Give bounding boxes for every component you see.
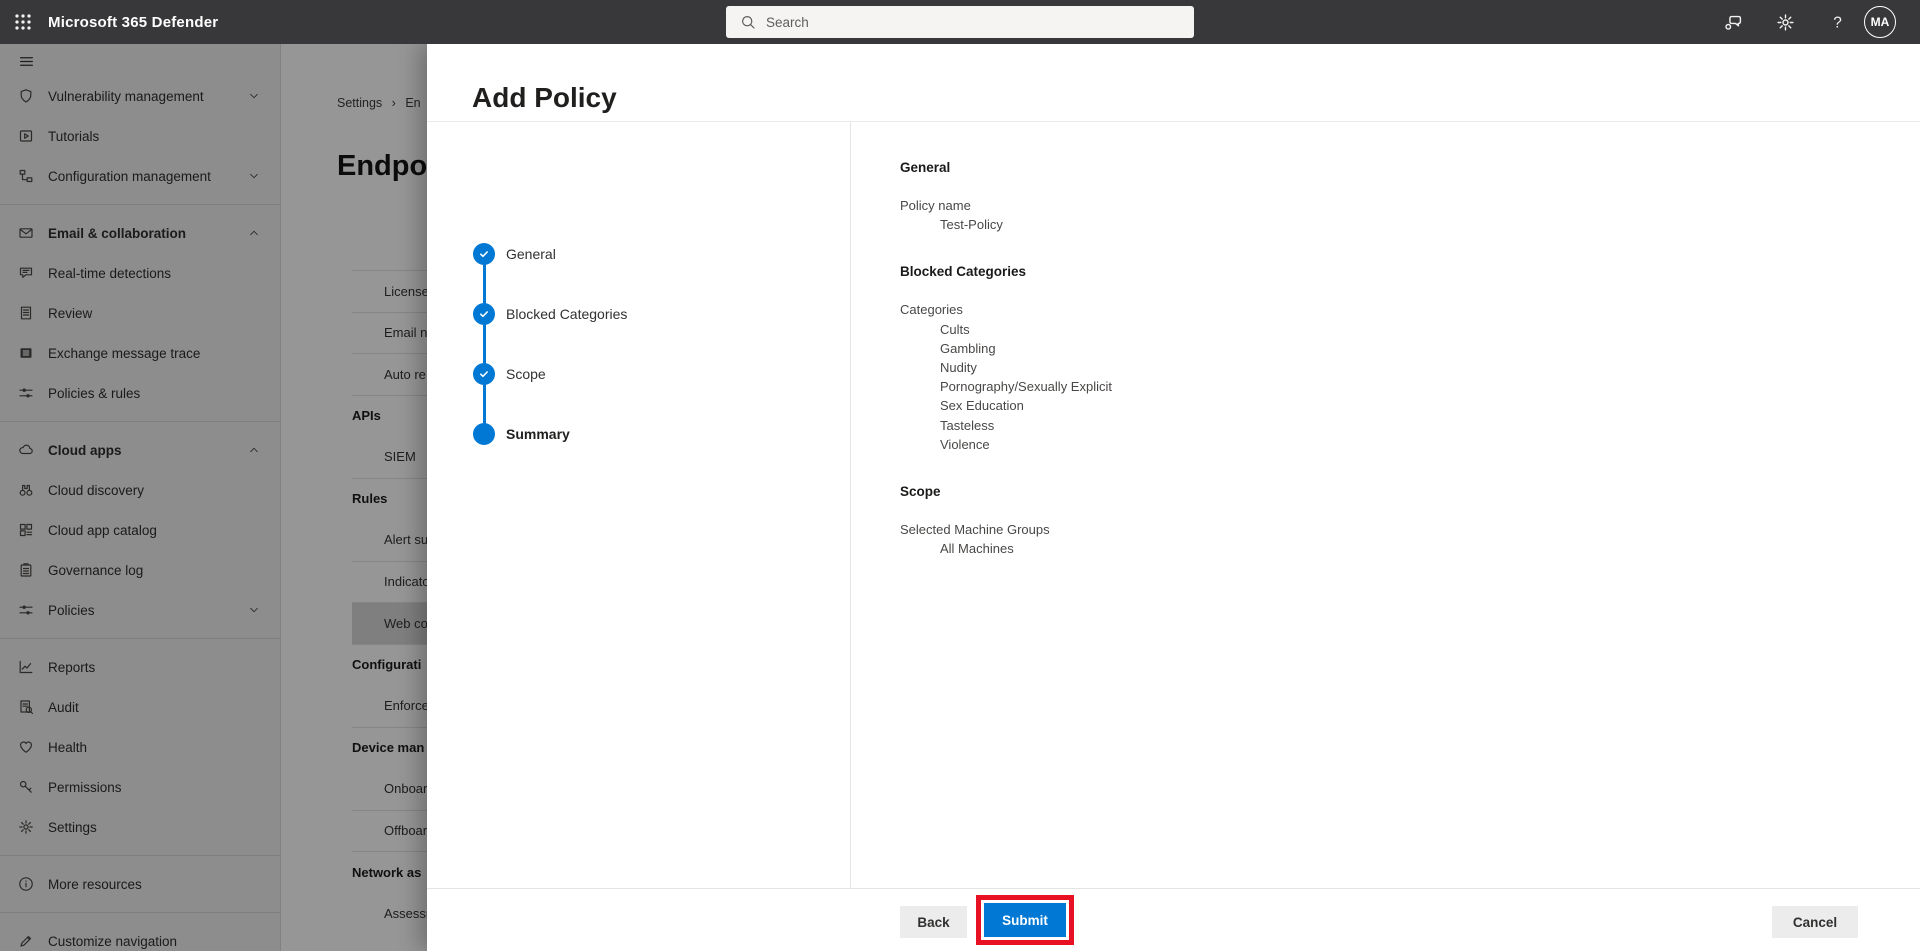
wizard-step-label: Scope [506, 366, 546, 382]
help-icon: ? [1828, 13, 1847, 32]
back-button[interactable]: Back [900, 906, 967, 938]
help-button[interactable]: ? [1818, 0, 1856, 44]
summary-field-value: Sex Education [940, 398, 1024, 414]
modal-dim-overlay [0, 44, 427, 951]
summary-heading-scope: Scope [900, 484, 941, 500]
check-icon [477, 367, 491, 381]
annotation-highlight: Submit [976, 895, 1074, 945]
summary-field-value: Gambling [940, 340, 996, 356]
summary-field-value: Cults [940, 321, 970, 337]
summary-heading-blocked-categories: Blocked Categories [900, 264, 1027, 280]
svg-text:?: ? [1833, 14, 1842, 31]
flyout-footer: Back Submit Cancel [427, 888, 1920, 951]
check-icon [477, 247, 491, 261]
wizard-step-label: General [506, 246, 556, 262]
summary-field-label: Policy name [900, 198, 971, 213]
summary-field-value: All Machines [940, 541, 1014, 557]
gear-icon [1776, 13, 1795, 32]
wizard-step-label: Blocked Categories [506, 306, 628, 322]
step-completed-check-icon [473, 243, 495, 265]
app-launcher-button[interactable] [0, 0, 46, 44]
feedback-icon [1724, 13, 1743, 32]
flyout-header: Add Policy [427, 44, 1920, 122]
account-avatar[interactable]: MA [1864, 6, 1896, 38]
global-search[interactable] [726, 6, 1194, 38]
step-active-dot-icon [473, 423, 495, 445]
wizard-step-connector [483, 254, 486, 434]
summary-content: General Policy name Test-Policy Blocked Cat… [900, 122, 1920, 888]
wizard-step-blocked-categories[interactable]: Blocked Categories [473, 303, 627, 325]
flyout-title: Add Policy [472, 82, 617, 113]
wizard-steps: General Blocked Categories Scope Summary [427, 122, 850, 888]
summary-field-value: Test-Policy [940, 217, 1003, 233]
feedback-button[interactable] [1714, 0, 1752, 44]
summary-field-value: Nudity [940, 360, 977, 376]
check-icon [477, 307, 491, 321]
vertical-divider [850, 122, 851, 888]
wizard-step-scope[interactable]: Scope [473, 363, 546, 385]
summary-heading-general: General [900, 160, 951, 175]
wizard-step-general[interactable]: General [473, 243, 556, 265]
wizard-step-summary[interactable]: Summary [473, 423, 570, 445]
wizard-step-label: Summary [506, 426, 570, 442]
submit-button[interactable]: Submit [984, 903, 1066, 937]
top-app-bar: Microsoft 365 Defender ? MA [0, 0, 1920, 44]
add-policy-flyout: Add Policy General Blocked Categories Scop… [427, 44, 1920, 951]
step-completed-check-icon [473, 363, 495, 385]
summary-field-value: Pornography/Sexually Explicit [940, 379, 1112, 395]
search-icon [740, 14, 756, 30]
summary-field-label: Selected Machine Groups [900, 522, 1050, 538]
settings-gear-button[interactable] [1766, 0, 1804, 44]
summary-field-value: Violence [940, 436, 990, 452]
step-completed-check-icon [473, 303, 495, 325]
summary-field-value: Tasteless [940, 417, 995, 433]
search-input[interactable] [766, 14, 1146, 30]
app-title: Microsoft 365 Defender [48, 13, 219, 31]
cancel-button[interactable]: Cancel [1772, 906, 1858, 938]
summary-field-label: Categories [900, 302, 963, 318]
app-launcher-icon [13, 12, 33, 32]
search-icon [740, 14, 756, 30]
